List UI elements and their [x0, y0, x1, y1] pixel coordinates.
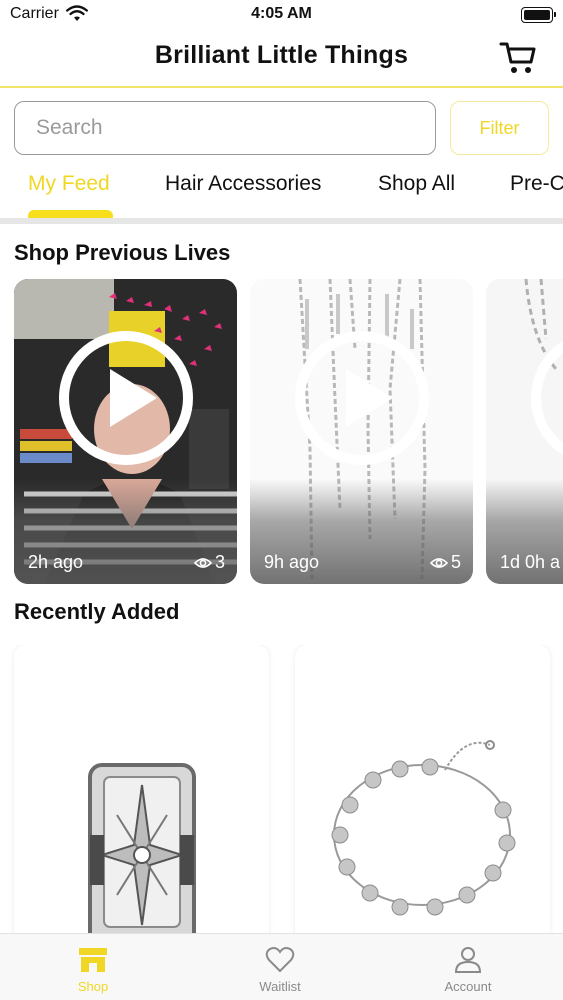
section-divider — [0, 218, 563, 224]
recently-added-list — [0, 645, 563, 935]
person-icon — [454, 947, 482, 973]
category-tabs: My Feed Hair Accessories Shop All Pre-C — [0, 164, 563, 220]
shop-icon — [79, 948, 107, 972]
live-time-ago: 1d 0h a — [500, 552, 561, 572]
play-icon — [531, 340, 563, 456]
product-image — [88, 763, 196, 935]
view-count: 3 — [193, 552, 225, 573]
nav-bar: Brilliant Little Things — [0, 30, 563, 88]
eye-icon — [193, 557, 212, 568]
product-card[interactable] — [295, 645, 550, 935]
filter-button[interactable]: Filter — [450, 101, 549, 155]
tab-bar-shop[interactable]: Shop — [33, 946, 153, 994]
bottom-tab-bar: Shop Waitlist Account — [0, 933, 563, 1000]
search-input[interactable] — [15, 102, 435, 154]
battery-icon — [521, 7, 556, 23]
heart-icon — [265, 947, 295, 973]
tab-bar-account[interactable]: Account — [408, 946, 528, 994]
view-count-value: 5 — [450, 552, 461, 572]
live-time-ago: 9h ago — [264, 552, 320, 572]
product-card[interactable] — [14, 645, 269, 935]
tab-bar-label: Account — [444, 979, 492, 994]
tab-shop-all[interactable]: Shop All — [378, 172, 455, 196]
tab-bar-label: Waitlist — [259, 979, 301, 994]
tab-pre-order[interactable]: Pre-C — [510, 172, 563, 196]
product-image — [331, 740, 516, 916]
search-box[interactable] — [14, 101, 436, 155]
live-video-card[interactable]: 2h ago 3 — [14, 279, 237, 584]
view-count-value: 3 — [214, 552, 225, 572]
page-title: Brilliant Little Things — [154, 41, 409, 69]
eye-icon — [429, 557, 448, 568]
previous-lives-title: Shop Previous Lives — [14, 240, 231, 265]
cart-icon[interactable] — [499, 40, 537, 76]
previous-lives-carousel: 2h ago 3 9h ago 5 1d 0h a — [0, 279, 563, 585]
play-icon — [59, 331, 193, 465]
clock: 4:05 AM — [251, 5, 312, 22]
live-video-card[interactable]: 1d 0h a — [486, 279, 563, 584]
play-icon — [295, 331, 429, 465]
recently-added-title: Recently Added — [14, 599, 180, 624]
tab-hair-accessories[interactable]: Hair Accessories — [165, 172, 321, 196]
tab-my-feed[interactable]: My Feed — [28, 172, 110, 196]
status-bar: Carrier 4:05 AM — [0, 0, 563, 30]
view-count: 5 — [429, 552, 461, 573]
tab-bar-label: Shop — [77, 979, 109, 994]
live-video-card[interactable]: 9h ago 5 — [250, 279, 473, 584]
tab-bar-waitlist[interactable]: Waitlist — [220, 946, 340, 994]
live-time-ago: 2h ago — [28, 552, 84, 572]
